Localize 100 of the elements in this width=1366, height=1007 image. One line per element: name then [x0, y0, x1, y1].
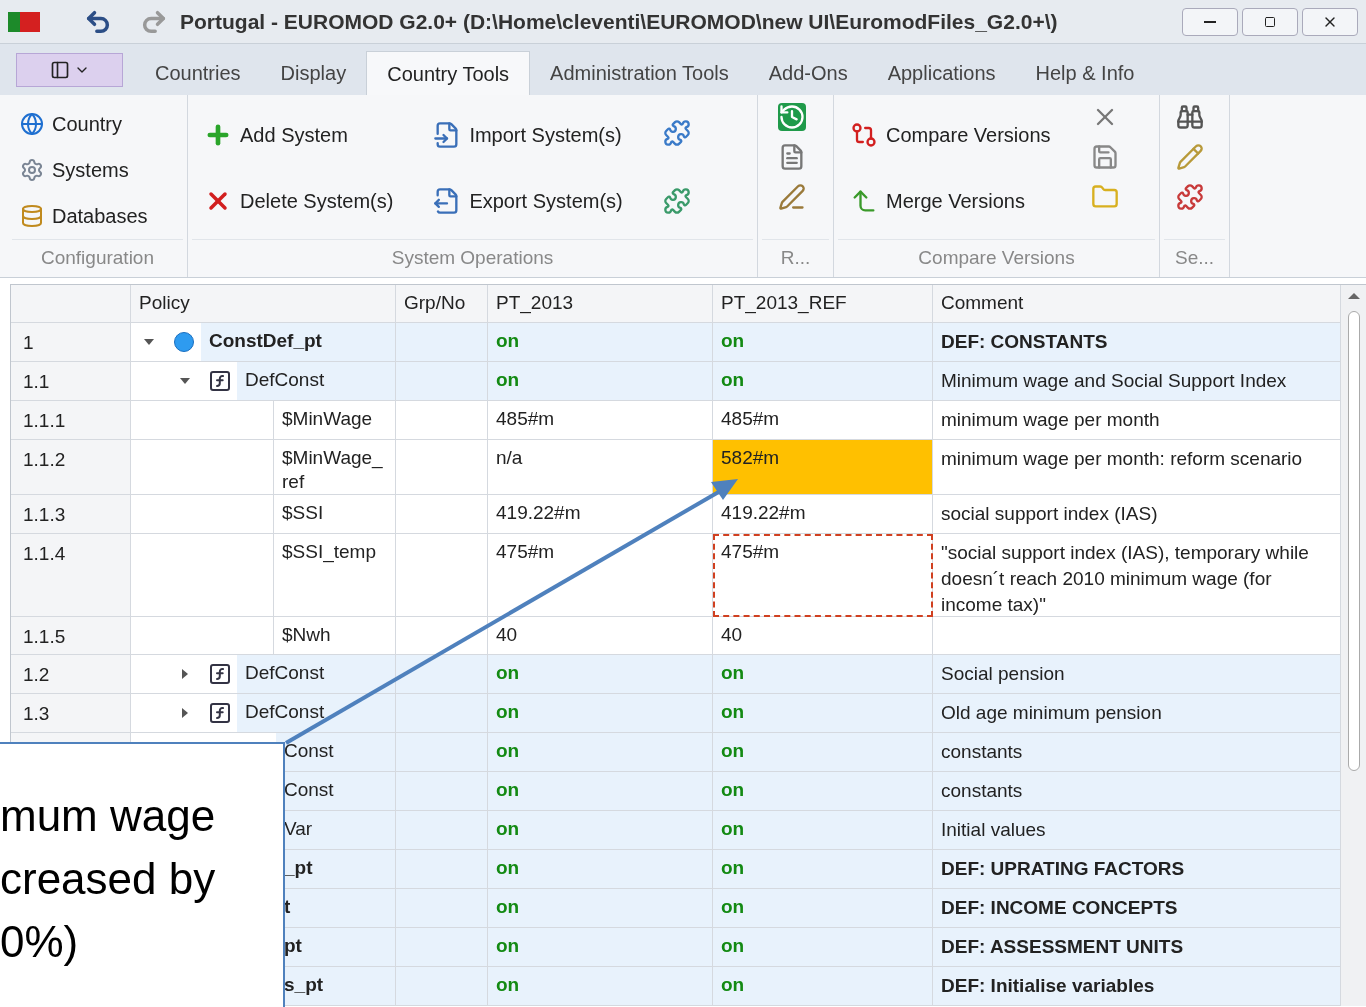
table-cell: DEF: UPRATING FACTORS: [933, 850, 1341, 889]
table-cell: 419.22#m: [488, 495, 713, 534]
ribbon-button[interactable]: Compare Versions: [850, 107, 1059, 163]
table-cell: 475#m: [488, 534, 713, 617]
ribbon-tab[interactable]: Applications: [867, 51, 1016, 95]
column-header[interactable]: PT_2013: [488, 285, 713, 323]
ribbon-button[interactable]: Systems: [20, 149, 148, 191]
ribbon-button[interactable]: Country: [20, 103, 148, 145]
table-cell[interactable]: 419.22#m: [713, 495, 933, 534]
row-header: 1.2: [11, 655, 131, 694]
table-cell[interactable]: 475#m: [713, 534, 933, 617]
group-label: Compare Versions: [918, 246, 1075, 271]
table-cell[interactable]: on: [713, 733, 933, 772]
ribbon-tab[interactable]: Display: [260, 51, 367, 95]
column-header[interactable]: Comment: [933, 285, 1341, 323]
ribbon-button[interactable]: Import System(s): [433, 107, 631, 163]
minimize-button[interactable]: [1182, 7, 1238, 36]
ribbon-tab[interactable]: Countries: [135, 51, 261, 95]
table-cell: minimum wage per month: reform scenario: [933, 440, 1341, 495]
column-header[interactable]: Grp/No: [396, 285, 488, 323]
ribbon-tab[interactable]: Help & Info: [1015, 51, 1155, 95]
binoculars-icon: [1176, 103, 1204, 131]
callout-text: 0%): [0, 916, 79, 968]
table-cell[interactable]: on: [713, 323, 933, 362]
panel-icon: [49, 60, 70, 80]
row-header: 1.1.4: [11, 534, 131, 617]
table-cell: on: [488, 772, 713, 811]
history-icon: [778, 103, 806, 131]
table-cell[interactable]: on: [713, 694, 933, 733]
table-cell: Const: [276, 733, 395, 771]
table-cell: DEF: ASSESSMENT UNITS: [933, 928, 1341, 967]
table-cell: DEF: Initialise variables: [933, 967, 1341, 1006]
table-cell: constants: [933, 733, 1341, 772]
table-cell[interactable]: 485#m: [713, 401, 933, 440]
group-label: Configuration: [41, 246, 154, 271]
ribbon-button[interactable]: Add System: [204, 107, 402, 163]
table-cell: Social pension: [933, 655, 1341, 694]
row-header: 1.1.1: [11, 401, 131, 440]
globe-icon: [20, 112, 44, 136]
close-button[interactable]: [1302, 7, 1358, 36]
ribbon-tab[interactable]: Country Tools: [366, 51, 531, 95]
vertical-scrollbar[interactable]: [1341, 285, 1366, 1006]
save-icon: [1090, 143, 1119, 171]
table-cell[interactable]: on: [713, 928, 933, 967]
row-header: 1.1.2: [11, 440, 131, 495]
table-cell: on: [488, 928, 713, 967]
ribbon-tab[interactable]: Add-Ons: [748, 51, 868, 95]
row-header: 1.1.3: [11, 495, 131, 534]
table-cell: on: [488, 655, 713, 694]
column-header[interactable]: Policy: [131, 285, 396, 323]
table-cell: "social support index (IAS), temporary while doesn´t reach 2010 minimum wage (for income tax)": [933, 534, 1341, 617]
row-header: 1: [11, 323, 131, 362]
table-cell[interactable]: on: [713, 850, 933, 889]
table-cell: ConstDef_pt: [201, 323, 395, 361]
database-icon: [20, 204, 44, 228]
table-cell: constants: [933, 772, 1341, 811]
row-header: 1.1.5: [11, 617, 131, 655]
ribbon-button[interactable]: Export System(s): [433, 173, 631, 229]
table-cell: on: [488, 362, 713, 401]
table-cell[interactable]: on: [713, 655, 933, 694]
table-cell: on: [488, 811, 713, 850]
table-cell[interactable]: on: [713, 967, 933, 1006]
callout-text: creased by: [0, 853, 216, 905]
group-label: System Operations: [391, 246, 554, 271]
table-cell: minimum wage per month: [933, 401, 1341, 440]
table-cell: on: [488, 889, 713, 928]
table-cell[interactable]: 40: [713, 617, 933, 655]
table-cell: n/a: [488, 440, 713, 495]
compare-icon: [850, 121, 878, 149]
maximize-button[interactable]: [1242, 7, 1298, 36]
pen-icon: [778, 183, 806, 211]
window-title: Portugal - EUROMOD G2.0+ (D:\Home\cleventi\EUROMOD\new UI\EuromodFiles_G2.0+\): [180, 8, 1058, 35]
minimize-icon: [1204, 20, 1216, 23]
table-cell: DefConst: [237, 362, 395, 400]
app-menu-button[interactable]: [16, 53, 123, 87]
flag-icon: [8, 11, 40, 32]
function-icon: [208, 701, 232, 725]
ribbon-button[interactable]: Databases: [20, 195, 148, 237]
pencil-icon: [1176, 143, 1204, 171]
puzzle-icon: [1176, 183, 1204, 211]
table-cell[interactable]: on: [713, 362, 933, 401]
table-cell: DEF: CONSTANTS: [933, 323, 1341, 362]
table-cell: 40: [488, 617, 713, 655]
table-cell: Minimum wage and Social Support Index: [933, 362, 1341, 401]
table-cell: DefConst: [237, 655, 395, 693]
table-cell[interactable]: on: [713, 889, 933, 928]
puzzle-icon: [662, 187, 691, 215]
table-cell: Initial values: [933, 811, 1341, 850]
group-label: R...: [780, 246, 811, 271]
row-header: 1.3: [11, 694, 131, 733]
ribbon-button[interactable]: Merge Versions: [850, 173, 1059, 229]
table-cell[interactable]: on: [713, 772, 933, 811]
table-cell[interactable]: on: [713, 811, 933, 850]
table-cell: DEF: INCOME CONCEPTS: [933, 889, 1341, 928]
ribbon-button[interactable]: Delete System(s): [204, 173, 402, 229]
table-cell: on: [488, 967, 713, 1006]
ribbon-tab[interactable]: Administration Tools: [530, 51, 749, 95]
table-cell[interactable]: 582#m: [713, 440, 933, 495]
maximize-icon: [1264, 15, 1276, 28]
column-header[interactable]: PT_2013_REF: [713, 285, 933, 323]
